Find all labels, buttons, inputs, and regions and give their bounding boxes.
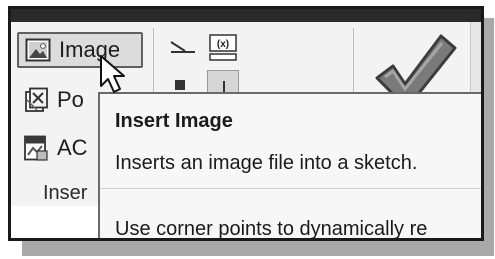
image-icon: [25, 38, 51, 62]
screenshot-frame: Image Po AC Inser (x) Insert Image Inser…: [8, 6, 484, 241]
insert-panel-label: Inser: [43, 182, 88, 204]
tooltip-title: Insert Image: [115, 110, 233, 132]
parameter-icon: (x): [209, 34, 237, 61]
insert-image-tooltip: Insert Image Inserts an image file into …: [98, 92, 481, 240]
insert-acad-label: AC: [57, 135, 88, 160]
svg-text:(x): (x): [217, 39, 229, 50]
line-constraint-icon: [170, 41, 195, 53]
title-strip: [11, 9, 481, 22]
insert-points-label: Po: [57, 87, 84, 112]
line-constraint-button[interactable]: [167, 32, 199, 62]
tooltip-separator: [100, 188, 481, 189]
parameter-button[interactable]: (x): [207, 32, 239, 62]
tooltip-description: Inserts an image file into a sketch.: [115, 152, 418, 174]
mouse-cursor-icon: [100, 55, 125, 93]
tooltip-detail: Use corner points to dynamically re: [115, 218, 428, 240]
constraint-tools: (x): [161, 30, 361, 100]
acad-icon: [24, 135, 48, 161]
points-icon: [25, 87, 48, 112]
